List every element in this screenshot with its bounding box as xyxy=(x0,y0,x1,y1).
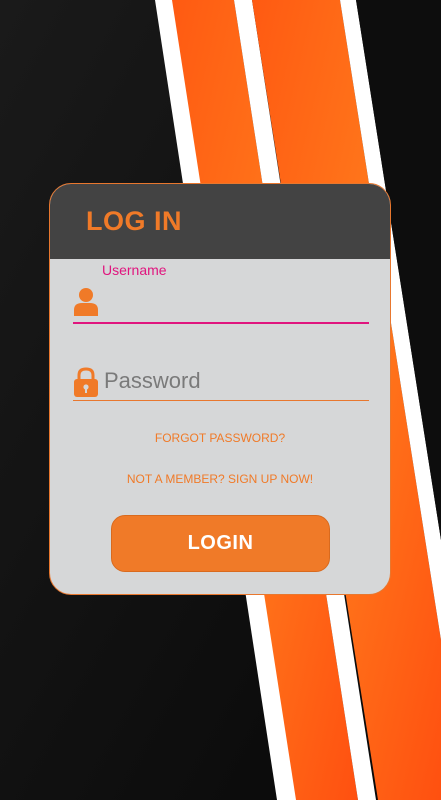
user-icon xyxy=(73,286,99,321)
username-input[interactable] xyxy=(102,288,369,320)
username-field[interactable]: Username xyxy=(73,262,369,324)
username-label: Username xyxy=(102,262,167,278)
login-button[interactable]: LOGIN xyxy=(111,515,330,572)
password-field[interactable] xyxy=(73,359,369,401)
signup-link[interactable]: NOT A MEMBER? SIGN UP NOW! xyxy=(50,472,390,486)
username-underline xyxy=(73,322,369,324)
password-input[interactable] xyxy=(102,365,369,397)
login-card: LOG IN Username FORGOT PASSWORD? NOT A M… xyxy=(49,183,391,595)
forgot-password-link[interactable]: FORGOT PASSWORD? xyxy=(50,431,390,445)
page-title: LOG IN xyxy=(86,206,182,236)
lock-icon xyxy=(73,367,99,402)
password-underline xyxy=(73,400,369,401)
card-header: LOG IN xyxy=(50,184,390,259)
